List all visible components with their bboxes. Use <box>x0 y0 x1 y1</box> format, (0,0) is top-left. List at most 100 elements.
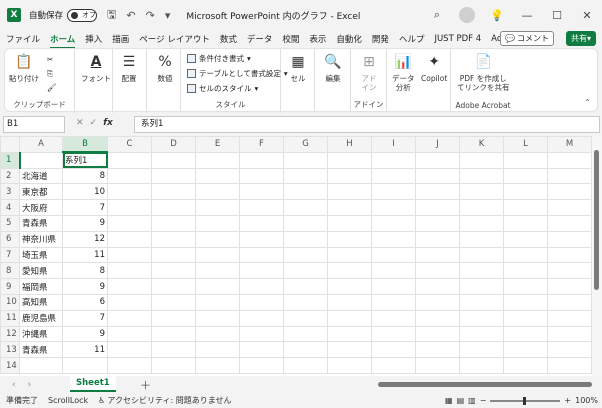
tab-8[interactable]: 表示 <box>309 33 326 45</box>
format-painter-button[interactable]: 🖌 <box>47 83 57 92</box>
cell[interactable] <box>107 199 152 216</box>
cell[interactable] <box>239 199 284 216</box>
cell[interactable] <box>459 357 504 374</box>
spreadsheet-table[interactable]: ABCDEFGHIJKLM 1 系列1 2 北海道 8 3 東京都 10 4 大阪府 7 5 青森県 9 6… <box>0 136 592 374</box>
cell[interactable] <box>151 183 196 201</box>
cell[interactable] <box>327 278 372 295</box>
cell[interactable] <box>459 309 504 327</box>
check-icon[interactable]: ✓ <box>90 118 98 128</box>
prev-sheet-icon[interactable]: ‹ <box>12 380 16 390</box>
cell-b[interactable]: 9 <box>62 214 108 232</box>
formula-input[interactable]: 系列1 <box>134 116 600 133</box>
row-header[interactable]: 10 <box>0 293 20 311</box>
zoom-level[interactable]: 100% <box>575 396 598 405</box>
cell[interactable] <box>327 262 372 280</box>
cell-a[interactable]: 高知県 <box>19 293 63 311</box>
format-as-table-button[interactable]: テーブルとして書式設定 ▾ <box>187 68 288 79</box>
cell[interactable] <box>415 167 460 185</box>
cell[interactable] <box>547 167 592 185</box>
cell[interactable] <box>503 199 548 216</box>
cell[interactable] <box>371 167 416 185</box>
insert-function-icon[interactable]: fx <box>103 118 113 128</box>
sheet-tab[interactable]: Sheet1 <box>70 376 116 392</box>
cell[interactable] <box>195 309 240 327</box>
cell-b[interactable]: 11 <box>62 341 108 359</box>
cell[interactable] <box>503 230 548 248</box>
row-header[interactable]: 1 <box>0 151 21 169</box>
cell-a[interactable]: 青森県 <box>19 341 63 359</box>
cell[interactable] <box>107 357 152 374</box>
cell-b[interactable]: 6 <box>62 293 108 311</box>
cell[interactable] <box>503 167 548 185</box>
paste-button[interactable]: 📋 貼り付け <box>9 52 39 84</box>
column-header[interactable]: H <box>327 136 372 153</box>
cell[interactable] <box>283 293 328 311</box>
column-header[interactable]: D <box>151 136 196 153</box>
undo-icon[interactable]: ↶ <box>126 9 135 22</box>
row-header[interactable]: 13 <box>0 341 20 359</box>
cell[interactable] <box>459 214 504 232</box>
cell[interactable] <box>195 230 240 248</box>
cell[interactable] <box>459 278 504 295</box>
cell[interactable] <box>503 246 548 264</box>
cell[interactable] <box>327 309 372 327</box>
column-header[interactable]: L <box>503 136 548 153</box>
row-header[interactable]: 12 <box>0 325 20 343</box>
cell[interactable] <box>107 183 152 201</box>
row-header[interactable]: 8 <box>0 262 20 280</box>
column-header[interactable]: F <box>239 136 284 153</box>
cell[interactable] <box>239 309 284 327</box>
cell[interactable] <box>195 246 240 264</box>
tab-3[interactable]: 描画 <box>112 33 129 45</box>
cell[interactable] <box>327 325 372 343</box>
zoom-out-icon[interactable]: − <box>480 396 487 405</box>
cell[interactable] <box>415 357 460 374</box>
cell[interactable] <box>547 325 592 343</box>
select-all-corner[interactable] <box>0 136 20 153</box>
cell-b[interactable]: 7 <box>62 199 108 216</box>
cut-button[interactable]: ✂ <box>47 55 53 64</box>
redo-icon[interactable]: ↷ <box>146 9 155 22</box>
cell[interactable] <box>371 325 416 343</box>
tab-11[interactable]: ヘルプ <box>399 33 425 45</box>
column-header[interactable]: C <box>107 136 152 153</box>
cell[interactable] <box>151 293 196 311</box>
cell[interactable] <box>151 230 196 248</box>
cell[interactable] <box>151 309 196 327</box>
column-header[interactable]: E <box>195 136 240 153</box>
cell[interactable] <box>503 262 548 280</box>
tab-6[interactable]: データ <box>247 33 273 45</box>
cell[interactable] <box>547 341 592 359</box>
copilot-button[interactable]: ✦ Copilot <box>421 52 447 84</box>
cell[interactable] <box>283 262 328 280</box>
comment-button[interactable]: 💬 コメント <box>500 31 554 46</box>
cell[interactable] <box>371 341 416 359</box>
cell[interactable] <box>239 230 284 248</box>
cell[interactable] <box>195 293 240 311</box>
cell[interactable] <box>283 309 328 327</box>
tab-10[interactable]: 開発 <box>372 33 389 45</box>
alignment-button[interactable]: ☰ 配置 <box>119 52 139 84</box>
tab-2[interactable]: 挿入 <box>85 33 102 45</box>
cell[interactable] <box>239 151 284 169</box>
cell[interactable] <box>195 341 240 359</box>
cell[interactable] <box>459 230 504 248</box>
cell-a[interactable] <box>19 357 63 374</box>
tab-12[interactable]: JUST PDF 4 <box>434 34 481 44</box>
cell[interactable] <box>107 167 152 185</box>
row-header[interactable]: 5 <box>0 214 20 232</box>
cell-styles-button[interactable]: セルのスタイル ▾ <box>187 83 258 94</box>
cell[interactable] <box>283 199 328 216</box>
cell[interactable] <box>415 309 460 327</box>
cell[interactable] <box>547 293 592 311</box>
cell[interactable] <box>327 199 372 216</box>
tab-1[interactable]: ホーム <box>50 33 76 49</box>
cell[interactable] <box>327 357 372 374</box>
cell[interactable] <box>327 246 372 264</box>
worksheet-grid[interactable]: ABCDEFGHIJKLM 1 系列1 2 北海道 8 3 東京都 10 4 大阪府 7 5 青森県 9 6… <box>0 136 602 376</box>
cell[interactable] <box>239 167 284 185</box>
cell[interactable] <box>459 167 504 185</box>
cell[interactable] <box>283 325 328 343</box>
cell[interactable] <box>415 151 460 169</box>
cell[interactable] <box>151 325 196 343</box>
